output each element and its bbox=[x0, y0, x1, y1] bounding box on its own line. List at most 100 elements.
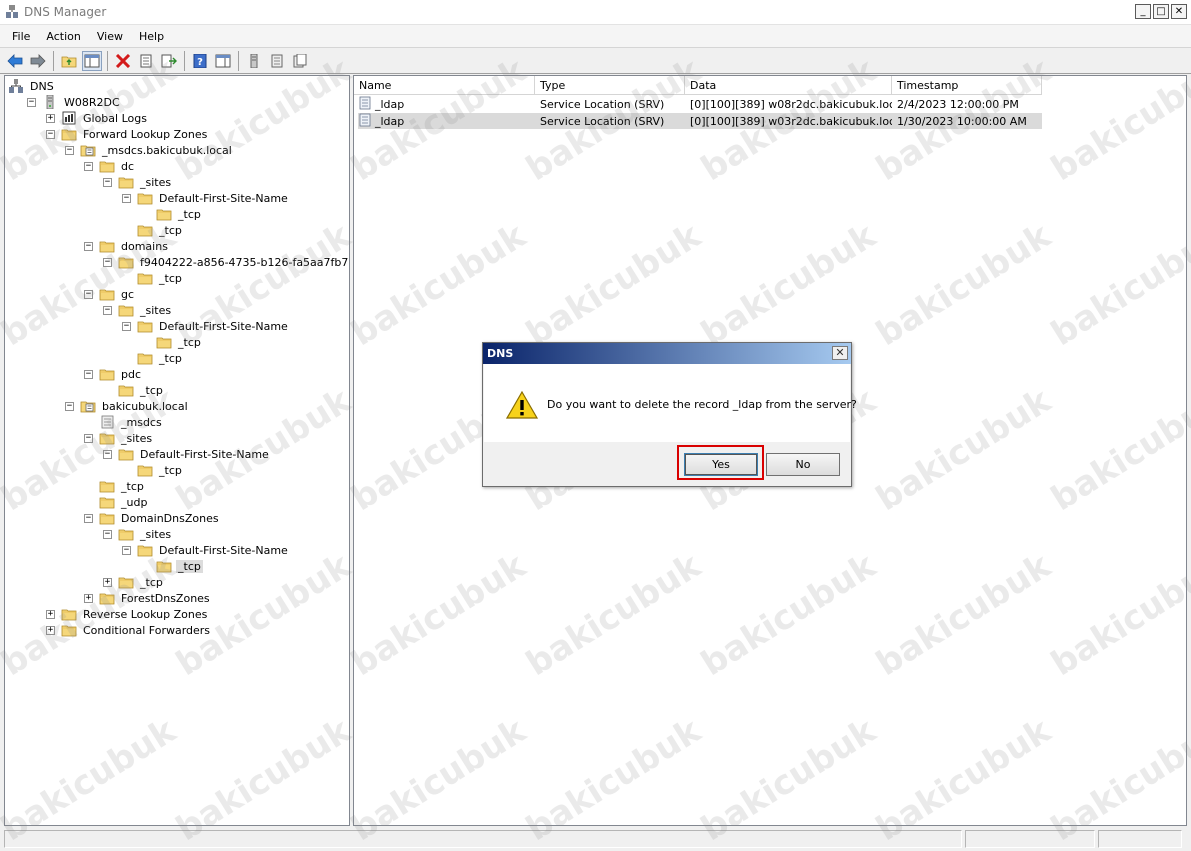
collapse-toggle[interactable]: − bbox=[103, 257, 112, 267]
tree-node[interactable]: − pdc bbox=[84, 366, 143, 382]
tree-node[interactable]: + Conditional Forwarders bbox=[46, 622, 212, 638]
tree-node[interactable]: _tcp bbox=[122, 350, 184, 366]
collapse-toggle[interactable]: − bbox=[103, 529, 112, 539]
expand-toggle[interactable]: + bbox=[46, 625, 55, 635]
tree-node-label: dc bbox=[121, 159, 135, 173]
export-list-button[interactable] bbox=[159, 51, 179, 71]
tree-node[interactable]: _tcp bbox=[84, 478, 146, 494]
minimize-button[interactable]: _ bbox=[1135, 4, 1151, 19]
collapse-toggle[interactable]: − bbox=[122, 193, 131, 203]
tree-node[interactable]: − DomainDnsZones bbox=[84, 510, 221, 526]
dialog-close-button[interactable]: ✕ bbox=[832, 346, 848, 360]
up-one-level-button[interactable] bbox=[59, 51, 79, 71]
tree-node[interactable]: + ForestDnsZones bbox=[84, 590, 212, 606]
tree-node[interactable]: + _tcp bbox=[103, 574, 165, 590]
help-button[interactable]: ? bbox=[190, 51, 210, 71]
tree-node[interactable]: − Default-First-Site-Name bbox=[122, 542, 290, 558]
yes-button[interactable]: Yes bbox=[684, 453, 758, 476]
record-button[interactable] bbox=[290, 51, 310, 71]
tree-node[interactable]: _tcp bbox=[141, 558, 203, 574]
collapse-toggle[interactable]: − bbox=[84, 289, 93, 299]
tree-node-label: Default-First-Site-Name bbox=[140, 447, 269, 461]
expand-toggle[interactable]: + bbox=[103, 577, 112, 587]
tree-node[interactable]: DNS bbox=[8, 78, 56, 94]
collapse-toggle[interactable]: − bbox=[103, 449, 112, 459]
menu-help[interactable]: Help bbox=[131, 28, 172, 45]
folder-icon bbox=[99, 159, 115, 173]
collapse-toggle[interactable]: − bbox=[122, 545, 131, 555]
table-row[interactable]: _ldap Service Location (SRV) [0][100][389]… bbox=[358, 96, 1042, 112]
maximize-button[interactable]: □ bbox=[1153, 4, 1169, 19]
collapse-toggle[interactable]: − bbox=[103, 305, 112, 315]
tree-node[interactable]: − gc bbox=[84, 286, 136, 302]
server-icon bbox=[250, 53, 258, 68]
tree-node[interactable]: _msdcs bbox=[84, 414, 164, 430]
collapse-toggle[interactable]: − bbox=[84, 369, 93, 379]
column-header-name[interactable]: Name bbox=[354, 76, 535, 95]
tree-node[interactable]: _tcp bbox=[141, 334, 203, 350]
folder-icon bbox=[99, 239, 115, 253]
dns-root-icon bbox=[8, 79, 24, 93]
tree-node[interactable]: − _sites bbox=[103, 174, 173, 190]
back-button[interactable] bbox=[5, 51, 25, 71]
tree-node[interactable]: − domains bbox=[84, 238, 170, 254]
column-header-timestamp[interactable]: Timestamp bbox=[892, 76, 1042, 95]
collapse-toggle[interactable]: − bbox=[46, 129, 55, 139]
collapse-toggle[interactable]: − bbox=[84, 161, 93, 171]
tree-node[interactable]: − Default-First-Site-Name bbox=[122, 318, 290, 334]
tree-node[interactable]: − dc bbox=[84, 158, 136, 174]
menu-view[interactable]: View bbox=[89, 28, 131, 45]
tree-node[interactable]: _tcp bbox=[103, 382, 165, 398]
tree-node[interactable]: _tcp bbox=[122, 462, 184, 478]
expand-toggle[interactable]: + bbox=[84, 593, 93, 603]
folder-icon bbox=[99, 431, 115, 445]
server-button[interactable] bbox=[244, 51, 264, 71]
collapse-toggle[interactable]: − bbox=[84, 241, 93, 251]
tree-node[interactable]: − _sites bbox=[103, 302, 173, 318]
properties-icon bbox=[140, 54, 152, 67]
warning-icon bbox=[506, 391, 538, 419]
tree-node[interactable]: − W08R2DC bbox=[27, 94, 122, 110]
properties-button[interactable] bbox=[136, 51, 156, 71]
tree-node[interactable]: − Default-First-Site-Name bbox=[122, 190, 290, 206]
tree-node[interactable]: − f9404222-a856-4735-b126-fa5aa7fb72f4 bbox=[103, 254, 349, 270]
menu-file[interactable]: File bbox=[4, 28, 38, 45]
forward-button[interactable] bbox=[28, 51, 48, 71]
tree-node[interactable]: _tcp bbox=[122, 270, 184, 286]
tree-node[interactable]: − Forward Lookup Zones bbox=[46, 126, 209, 142]
no-button[interactable]: No bbox=[766, 453, 840, 476]
collapse-toggle[interactable]: − bbox=[103, 177, 112, 187]
list-view-button[interactable] bbox=[267, 51, 287, 71]
collapse-toggle[interactable]: − bbox=[27, 97, 36, 107]
show-hide-action-pane-button[interactable] bbox=[213, 51, 233, 71]
tree-node[interactable]: − _msdcs.bakicubuk.local bbox=[65, 142, 234, 158]
tree-node[interactable]: _udp bbox=[84, 494, 149, 510]
tree-node-label: _tcp bbox=[176, 559, 203, 573]
folder-icon bbox=[156, 335, 172, 349]
tree-node[interactable]: + Reverse Lookup Zones bbox=[46, 606, 209, 622]
expand-toggle[interactable]: + bbox=[46, 113, 55, 123]
collapse-toggle[interactable]: − bbox=[65, 401, 74, 411]
tree-node[interactable]: − _sites bbox=[84, 430, 154, 446]
collapse-toggle[interactable]: − bbox=[122, 321, 131, 331]
expand-toggle[interactable]: + bbox=[46, 609, 55, 619]
show-hide-console-tree-button[interactable] bbox=[82, 50, 102, 71]
column-header-type[interactable]: Type bbox=[535, 76, 685, 95]
collapse-toggle[interactable]: − bbox=[65, 145, 74, 155]
collapse-toggle[interactable]: − bbox=[84, 433, 93, 443]
folder-icon bbox=[118, 175, 134, 189]
tree-node[interactable]: − bakicubuk.local bbox=[65, 398, 190, 414]
menu-action[interactable]: Action bbox=[38, 28, 88, 45]
tree-node[interactable]: _tcp bbox=[122, 222, 184, 238]
tree-node[interactable]: − _sites bbox=[103, 526, 173, 542]
close-button[interactable]: ✕ bbox=[1171, 4, 1187, 19]
table-row[interactable]: _ldap Service Location (SRV) [0][100][389]… bbox=[358, 113, 1042, 129]
collapse-toggle[interactable]: − bbox=[84, 513, 93, 523]
delete-button[interactable] bbox=[113, 51, 133, 71]
tree-node[interactable]: − Default-First-Site-Name bbox=[103, 446, 271, 462]
srv-record-icon bbox=[358, 96, 372, 113]
tree-node[interactable]: _tcp bbox=[141, 206, 203, 222]
tree-node[interactable]: + Global Logs bbox=[46, 110, 149, 126]
column-header-data[interactable]: Data bbox=[685, 76, 892, 95]
